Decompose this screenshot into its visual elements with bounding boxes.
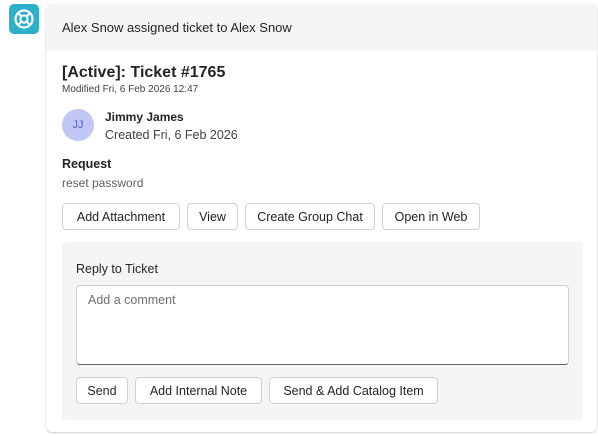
view-button[interactable]: View [187, 203, 238, 230]
send-add-catalog-item-button[interactable]: Send & Add Catalog Item [269, 377, 438, 404]
reply-panel: Reply to Ticket Send Add Internal Note S… [62, 242, 583, 420]
avatar-initials: JJ [72, 119, 84, 131]
requester-name: Jimmy James [105, 110, 184, 124]
comment-input[interactable] [76, 285, 569, 365]
created-timestamp: Created Fri, 6 Feb 2026 [105, 128, 238, 142]
bot-avatar [9, 4, 39, 34]
send-button[interactable]: Send [76, 377, 128, 404]
open-in-web-button[interactable]: Open in Web [382, 203, 480, 230]
add-attachment-button[interactable]: Add Attachment [62, 203, 180, 230]
add-internal-note-button[interactable]: Add Internal Note [135, 377, 262, 404]
request-value: reset password [62, 176, 144, 190]
avatar: JJ [62, 109, 94, 141]
reply-label: Reply to Ticket [76, 262, 158, 276]
request-label: Request [62, 157, 112, 171]
lifebuoy-icon [14, 9, 34, 29]
create-group-chat-button[interactable]: Create Group Chat [245, 203, 375, 230]
modified-timestamp: Modified Fri, 6 Feb 2026 12:47 [62, 84, 199, 95]
assignment-message: Alex Snow assigned ticket to Alex Snow [62, 20, 292, 35]
ticket-title: [Active]: Ticket #1765 [62, 64, 226, 81]
ticket-card: Alex Snow assigned ticket to Alex Snow [… [46, 4, 597, 432]
card-header: Alex Snow assigned ticket to Alex Snow [46, 4, 597, 51]
